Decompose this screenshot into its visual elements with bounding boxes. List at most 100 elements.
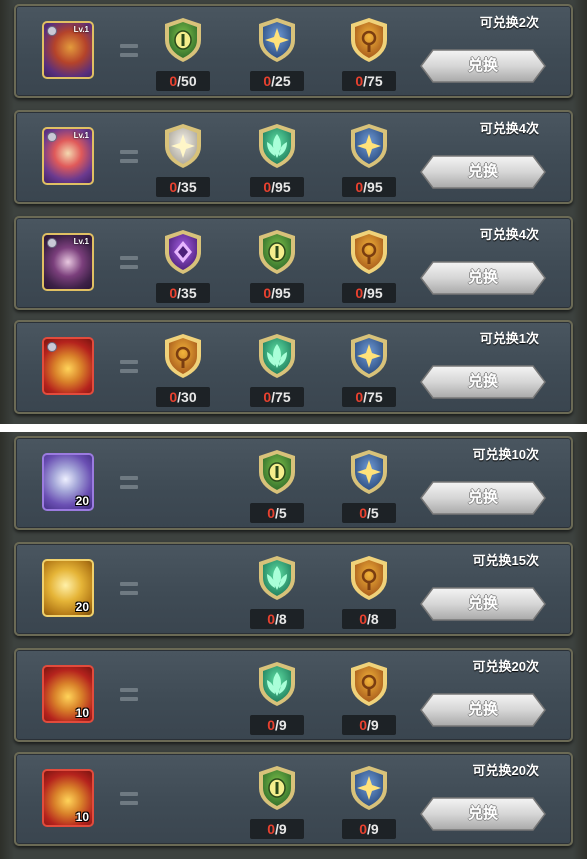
exchange-button[interactable]: 兑换 — [419, 796, 547, 832]
emerald-badge-icon[interactable] — [255, 122, 299, 170]
owned-count: 0 — [267, 717, 276, 733]
owned-count: 0 — [359, 611, 368, 627]
equals-icon — [120, 44, 138, 58]
emerald-badge-icon[interactable] — [255, 554, 299, 602]
exchange-button[interactable]: 兑换 — [419, 586, 547, 622]
green-badge-icon[interactable] — [255, 764, 299, 812]
exchange-limit-label: 可兑换2次 — [479, 15, 539, 30]
equals-icon — [120, 582, 138, 596]
equals-icon — [120, 360, 138, 374]
item-quantity: 20 — [75, 494, 89, 508]
emerald-badge-icon[interactable] — [255, 332, 299, 380]
hero-portrait-icon[interactable]: Lv.1 — [42, 127, 94, 185]
owned-count: 0 — [359, 821, 368, 837]
exchange-button-label: 兑换 — [467, 57, 498, 74]
green-badge-icon[interactable] — [161, 16, 205, 64]
requirement-count: 0/95 — [342, 177, 396, 197]
treasure-chest-icon[interactable] — [42, 337, 94, 395]
hero-portrait-icon[interactable]: Lv.1 — [42, 233, 94, 291]
required-count: /35 — [177, 285, 197, 301]
gold-badge-icon[interactable] — [347, 228, 391, 276]
exchange-button-label: 兑换 — [467, 373, 498, 390]
exchange-panel-lower: 20 0/5 0/5 可兑换10次 兑换 20 0/8 0/8 可兑换15次 兑换 10 0/9 0/9… — [0, 432, 587, 859]
exchange-button[interactable]: 兑换 — [419, 260, 547, 296]
exchange-limit-label: 可兑换20次 — [472, 763, 539, 778]
requirement-count: 0/95 — [250, 283, 304, 303]
required-count: /25 — [271, 73, 291, 89]
emerald-badge-icon[interactable] — [255, 660, 299, 708]
exchange-row: Lv.1 0/50 0/25 0/75 可兑换2次 兑换 — [14, 4, 573, 98]
requirement-count: 0/9 — [342, 819, 396, 839]
gold-badge-icon[interactable] — [161, 332, 205, 380]
gold-badge-icon[interactable] — [347, 16, 391, 64]
exchange-limit-label: 可兑换1次 — [479, 331, 539, 346]
exchange-button[interactable]: 兑换 — [419, 480, 547, 516]
blue-badge-icon[interactable] — [347, 332, 391, 380]
requirement-count: 0/75 — [250, 387, 304, 407]
hero-portrait-icon[interactable]: Lv.1 — [42, 21, 94, 79]
exchange-row: 20 0/5 0/5 可兑换10次 兑换 — [14, 436, 573, 530]
required-count: /95 — [271, 285, 291, 301]
exchange-button-label: 兑换 — [467, 805, 498, 822]
level-label: Lv.1 — [73, 25, 89, 34]
required-count: /5 — [275, 505, 287, 521]
requirement-item: 0/8 — [250, 554, 304, 630]
purple-badge-icon[interactable] — [161, 228, 205, 276]
required-count: /75 — [363, 389, 383, 405]
item-quantity: 10 — [75, 706, 89, 720]
owned-count: 0 — [355, 285, 364, 301]
owned-count: 0 — [359, 505, 368, 521]
item-quantity: 20 — [75, 600, 89, 614]
rank-icon — [47, 132, 57, 142]
requirement-item: 0/75 — [342, 332, 396, 408]
requirement-item: 0/9 — [342, 660, 396, 736]
equals-icon — [120, 150, 138, 164]
requirement-item: 0/9 — [250, 764, 304, 840]
required-count: /95 — [271, 179, 291, 195]
exchange-row: 10 0/9 0/9 可兑换20次 兑换 — [14, 752, 573, 846]
blue-badge-icon[interactable] — [347, 448, 391, 496]
required-count: /5 — [367, 505, 379, 521]
requirement-count: 0/95 — [342, 283, 396, 303]
treasure-chest-icon[interactable]: 10 — [42, 769, 94, 827]
exchange-button[interactable]: 兑换 — [419, 48, 547, 84]
required-count: /30 — [177, 389, 197, 405]
blue-badge-icon[interactable] — [347, 764, 391, 812]
exchange-button-label: 兑换 — [467, 269, 498, 286]
requirement-item: 0/50 — [156, 16, 210, 92]
required-count: /9 — [367, 821, 379, 837]
gold-badge-icon[interactable] — [347, 554, 391, 602]
required-count: /9 — [275, 717, 287, 733]
equals-icon — [120, 256, 138, 270]
requirement-item: 0/95 — [342, 228, 396, 304]
blue-badge-icon[interactable] — [347, 122, 391, 170]
exchange-limit-label: 可兑换4次 — [479, 121, 539, 136]
owned-count: 0 — [169, 179, 178, 195]
silver-badge-icon[interactable] — [161, 122, 205, 170]
required-count: /50 — [177, 73, 197, 89]
owned-count: 0 — [355, 389, 364, 405]
required-count: /9 — [367, 717, 379, 733]
gold-badge-icon[interactable] — [347, 660, 391, 708]
requirement-item: 0/8 — [342, 554, 396, 630]
exchange-limit-label: 可兑换20次 — [472, 659, 539, 674]
exchange-button[interactable]: 兑换 — [419, 154, 547, 190]
blue-badge-icon[interactable] — [255, 16, 299, 64]
owned-count: 0 — [169, 73, 178, 89]
gold-coin-icon[interactable]: 20 — [42, 559, 94, 617]
exchange-button-label: 兑换 — [467, 163, 498, 180]
required-count: /8 — [367, 611, 379, 627]
requirement-count: 0/25 — [250, 71, 304, 91]
green-badge-icon[interactable] — [255, 228, 299, 276]
requirement-item: 0/5 — [250, 448, 304, 524]
treasure-chest-icon[interactable]: 10 — [42, 665, 94, 723]
requirement-count: 0/50 — [156, 71, 210, 91]
stone-icon[interactable]: 20 — [42, 453, 94, 511]
green-badge-icon[interactable] — [255, 448, 299, 496]
rank-icon — [47, 342, 57, 352]
requirement-item: 0/35 — [156, 122, 210, 198]
owned-count: 0 — [263, 285, 272, 301]
requirement-item: 0/9 — [250, 660, 304, 736]
exchange-button[interactable]: 兑换 — [419, 692, 547, 728]
exchange-button[interactable]: 兑换 — [419, 364, 547, 400]
